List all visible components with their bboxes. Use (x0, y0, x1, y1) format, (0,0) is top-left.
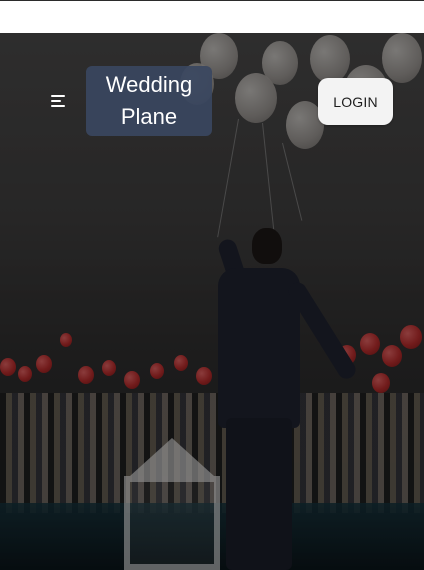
red-balloon (60, 333, 72, 347)
red-balloon (78, 366, 94, 384)
balloon-string (282, 142, 303, 221)
login-button-label: LOGIN (333, 93, 378, 110)
red-balloon (18, 366, 32, 382)
groom-head (252, 228, 282, 264)
groom-legs (226, 418, 292, 570)
red-balloon (0, 358, 16, 376)
balloon (310, 35, 350, 83)
brand-logo[interactable]: Wedding Plane (86, 66, 212, 136)
red-balloon (382, 345, 402, 367)
page: Wedding Plane LOGIN (0, 0, 424, 570)
lantern-body (124, 476, 220, 570)
red-balloon (360, 333, 380, 355)
red-balloon (372, 373, 390, 393)
login-button[interactable]: LOGIN (318, 78, 393, 125)
balloon-string (217, 118, 239, 238)
hamburger-menu-icon (51, 94, 69, 108)
red-balloon (150, 363, 164, 379)
menu-button[interactable] (49, 91, 71, 111)
brand-title: Wedding Plane (105, 72, 193, 129)
red-balloon (36, 355, 52, 373)
balloon-string (262, 122, 275, 233)
red-balloon (102, 360, 116, 376)
balloon (262, 41, 298, 85)
lantern-roof (130, 438, 214, 476)
balloon (382, 33, 422, 83)
red-balloon (400, 325, 422, 349)
top-strip (0, 0, 424, 33)
red-balloon (124, 371, 140, 389)
red-balloon (174, 355, 188, 371)
lantern (112, 438, 232, 570)
